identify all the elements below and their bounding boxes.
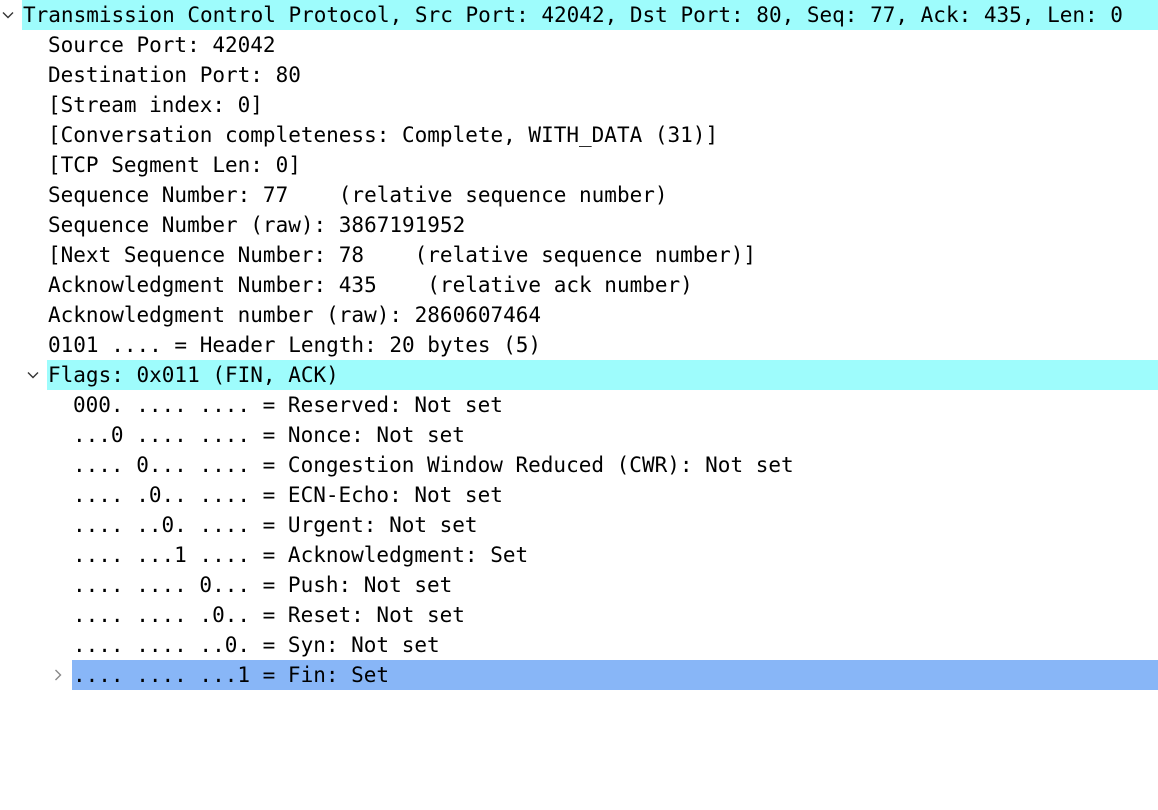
tree-row-flag-syn[interactable]: .... .... ..0. = Syn: Not set (0, 630, 1158, 660)
tree-row-tcp-header[interactable]: Transmission Control Protocol, Src Port:… (0, 0, 1158, 30)
flag-label: ...0 .... .... = Nonce: Not set (73, 423, 465, 447)
tree-row-next-sequence-number[interactable]: [Next Sequence Number: 78 (relative sequ… (0, 240, 1158, 270)
chevron-right-icon[interactable] (50, 660, 66, 690)
tree-row-flag-reserved[interactable]: 000. .... .... = Reserved: Not set (0, 390, 1158, 420)
chevron-down-icon[interactable] (25, 360, 41, 390)
field-label: [Stream index: 0] (48, 93, 263, 117)
tree-row-stream-index[interactable]: [Stream index: 0] (0, 90, 1158, 120)
tree-row-flag-reset[interactable]: .... .... .0.. = Reset: Not set (0, 600, 1158, 630)
tree-row-sequence-number-raw[interactable]: Sequence Number (raw): 3867191952 (0, 210, 1158, 240)
flag-label: 000. .... .... = Reserved: Not set (73, 393, 503, 417)
flag-label: .... .... ..0. = Syn: Not set (73, 633, 440, 657)
field-label: Sequence Number: 77 (relative sequence n… (48, 183, 668, 207)
flags-header-label: Flags: 0x011 (FIN, ACK) (48, 363, 339, 387)
tree-row-acknowledgment-number-raw[interactable]: Acknowledgment number (raw): 2860607464 (0, 300, 1158, 330)
field-label: Acknowledgment Number: 435 (relative ack… (48, 273, 693, 297)
field-label: Source Port: 42042 (48, 33, 276, 57)
field-label: Acknowledgment number (raw): 2860607464 (48, 303, 542, 327)
tree-row-header-length[interactable]: 0101 .... = Header Length: 20 bytes (5) (0, 330, 1158, 360)
field-label: [TCP Segment Len: 0] (48, 153, 301, 177)
flag-label: .... ...1 .... = Acknowledgment: Set (73, 543, 529, 567)
tree-row-flag-fin[interactable]: .... .... ...1 = Fin: Set (0, 660, 1158, 690)
tree-row-acknowledgment-number[interactable]: Acknowledgment Number: 435 (relative ack… (0, 270, 1158, 300)
tree-row-tcp-segment-len[interactable]: [TCP Segment Len: 0] (0, 150, 1158, 180)
flag-label: .... .... ...1 = Fin: Set (73, 663, 390, 687)
tree-row-source-port[interactable]: Source Port: 42042 (0, 30, 1158, 60)
tree-row-flags[interactable]: Flags: 0x011 (FIN, ACK) (0, 360, 1158, 390)
chevron-down-icon[interactable] (0, 0, 16, 30)
flag-label: .... 0... .... = Congestion Window Reduc… (73, 453, 794, 477)
field-label: Destination Port: 80 (48, 63, 301, 87)
field-label: [Next Sequence Number: 78 (relative sequ… (48, 243, 757, 267)
flag-label: .... .0.. .... = ECN-Echo: Not set (73, 483, 503, 507)
tree-row-flag-cwr[interactable]: .... 0... .... = Congestion Window Reduc… (0, 450, 1158, 480)
tree-row-destination-port[interactable]: Destination Port: 80 (0, 60, 1158, 90)
tree-row-flag-urgent[interactable]: .... ..0. .... = Urgent: Not set (0, 510, 1158, 540)
flag-label: .... ..0. .... = Urgent: Not set (73, 513, 478, 537)
tree-row-flag-nonce[interactable]: ...0 .... .... = Nonce: Not set (0, 420, 1158, 450)
tree-row-conversation-completeness[interactable]: [Conversation completeness: Complete, WI… (0, 120, 1158, 150)
field-label: Sequence Number (raw): 3867191952 (48, 213, 466, 237)
tree-row-sequence-number[interactable]: Sequence Number: 77 (relative sequence n… (0, 180, 1158, 210)
flag-label: .... .... .0.. = Reset: Not set (73, 603, 465, 627)
tcp-header-label: Transmission Control Protocol, Src Port:… (23, 3, 1123, 27)
tree-row-flag-push[interactable]: .... .... 0... = Push: Not set (0, 570, 1158, 600)
tree-row-flag-ecn-echo[interactable]: .... .0.. .... = ECN-Echo: Not set (0, 480, 1158, 510)
packet-details-tree: Transmission Control Protocol, Src Port:… (0, 0, 1158, 690)
field-label: [Conversation completeness: Complete, WI… (48, 123, 719, 147)
tree-row-flag-acknowledgment[interactable]: .... ...1 .... = Acknowledgment: Set (0, 540, 1158, 570)
field-label: 0101 .... = Header Length: 20 bytes (5) (48, 333, 542, 357)
flag-label: .... .... 0... = Push: Not set (73, 573, 453, 597)
